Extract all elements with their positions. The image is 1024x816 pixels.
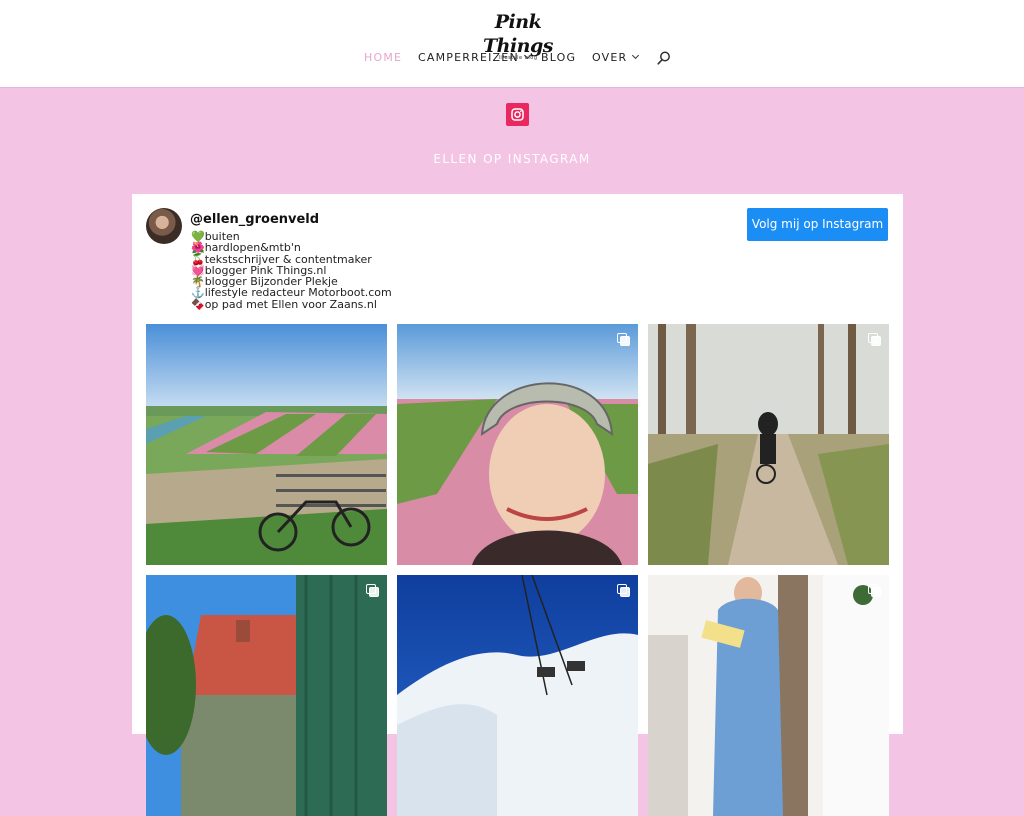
- feed-post-1[interactable]: [146, 324, 387, 565]
- search-icon[interactable]: [657, 51, 671, 65]
- nav-item-home[interactable]: HOME: [364, 50, 402, 66]
- multiple-images-icon: [868, 333, 881, 346]
- post-image: [146, 575, 387, 816]
- profile-bio: 💚buiten 🌺hardlopen&mtb'n 🍒tekstschrijver…: [191, 231, 451, 310]
- multiple-images-icon: [366, 584, 379, 597]
- profile-handle[interactable]: @ellen_groenveld: [190, 212, 319, 228]
- post-image: [146, 324, 387, 565]
- post-image: [397, 575, 638, 816]
- site-logo[interactable]: Pink Things lifestyle blog: [470, 10, 566, 61]
- main-nav: HOME CAMPERREIZEN BLOG OVER: [0, 50, 1024, 66]
- bio-line: 🍫op pad met Ellen voor Zaans.nl: [191, 297, 377, 311]
- section-title: ELLEN OP INSTAGRAM: [433, 152, 591, 166]
- feed-post-2[interactable]: [397, 324, 638, 565]
- site-header: Pink Things lifestyle blog HOME CAMPERRE…: [0, 0, 1024, 87]
- instagram-icon[interactable]: [506, 103, 529, 126]
- feed-post-4[interactable]: [146, 575, 387, 816]
- feed-post-5[interactable]: [397, 575, 638, 816]
- follow-button[interactable]: Volg mij op Instagram: [747, 208, 888, 241]
- post-image: [648, 324, 889, 565]
- nav-item-blog[interactable]: BLOG: [541, 50, 576, 66]
- nav-item-label: BLOG: [541, 51, 577, 64]
- nav-item-over[interactable]: OVER: [592, 50, 640, 66]
- chevron-down-icon: [632, 51, 640, 60]
- multiple-images-icon: [617, 584, 630, 597]
- nav-item-label: OVER: [592, 51, 628, 64]
- nav-item-label: CAMPERREIZEN: [418, 51, 519, 64]
- feed-post-6[interactable]: [648, 575, 889, 816]
- chevron-down-icon: [523, 51, 531, 60]
- feed-post-3[interactable]: [648, 324, 889, 565]
- avatar[interactable]: [146, 208, 182, 244]
- post-image: [648, 575, 889, 816]
- nav-item-label: HOME: [364, 51, 403, 64]
- multiple-images-icon: [868, 584, 881, 597]
- post-image: [397, 324, 638, 565]
- instagram-glyph: [511, 108, 524, 121]
- multiple-images-icon: [617, 333, 630, 346]
- nav-item-camperreizen[interactable]: CAMPERREIZEN: [418, 50, 531, 66]
- bio-line: 🌺hardlopen&mtb'n: [191, 241, 301, 255]
